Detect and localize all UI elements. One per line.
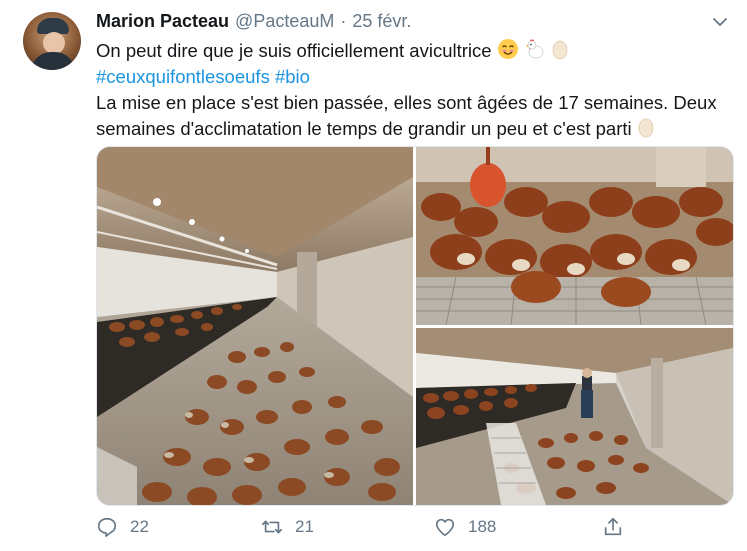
avatar-body bbox=[31, 52, 75, 70]
like-count: 188 bbox=[468, 517, 497, 536]
tweet-line-1-text: On peut dire que je suis officiellement … bbox=[96, 40, 492, 61]
tweet-line-1: On peut dire que je suis officiellement … bbox=[96, 38, 736, 64]
like-button[interactable]: 188 bbox=[434, 516, 496, 538]
reply-icon bbox=[97, 517, 117, 537]
header-separator: · bbox=[340, 11, 347, 31]
reply-count: 22 bbox=[130, 517, 149, 536]
photo-barn-with-farmer[interactable] bbox=[416, 328, 733, 505]
tweet-line-3: La mise en place s'est bien passée, elle… bbox=[96, 90, 736, 142]
chicken-icon bbox=[525, 39, 544, 59]
tweet-text: On peut dire que je suis officiellement … bbox=[96, 38, 736, 142]
photo-barn-interior[interactable] bbox=[97, 147, 413, 505]
share-button[interactable] bbox=[602, 516, 624, 538]
egg-icon bbox=[552, 40, 568, 60]
tweet-header: Marion Pacteau @PacteauM · 25 févr. bbox=[96, 11, 411, 35]
author-name[interactable]: Marion Pacteau bbox=[96, 11, 229, 32]
tweet-hashtags: #ceuxquifontlesoeufs #bio bbox=[96, 64, 736, 90]
chevron-down-icon[interactable] bbox=[712, 14, 728, 30]
author-avatar[interactable] bbox=[23, 12, 81, 70]
tweet-actions: 22 21 188 bbox=[96, 510, 736, 546]
photo-hens-closeup[interactable] bbox=[416, 147, 733, 325]
tweet-media-grid bbox=[96, 146, 734, 506]
retweet-count: 21 bbox=[295, 517, 314, 536]
avatar-face bbox=[43, 32, 65, 54]
author-handle[interactable]: @PacteauM bbox=[235, 11, 334, 32]
reply-button[interactable]: 22 bbox=[96, 516, 149, 538]
retweet-icon bbox=[262, 520, 282, 534]
egg-icon bbox=[638, 118, 654, 138]
retweet-button[interactable]: 21 bbox=[261, 516, 314, 538]
heart-icon bbox=[435, 518, 455, 537]
hashtag-ceuxquifontlesoeufs[interactable]: #ceuxquifontlesoeufs bbox=[96, 66, 270, 87]
share-icon bbox=[604, 517, 622, 536]
tweet-line-3-text: La mise en place s'est bien passée, elle… bbox=[96, 92, 717, 139]
hashtag-bio[interactable]: #bio bbox=[275, 66, 310, 87]
tweet-date[interactable]: 25 févr. bbox=[352, 11, 411, 32]
smiling-face-icon bbox=[497, 39, 518, 59]
